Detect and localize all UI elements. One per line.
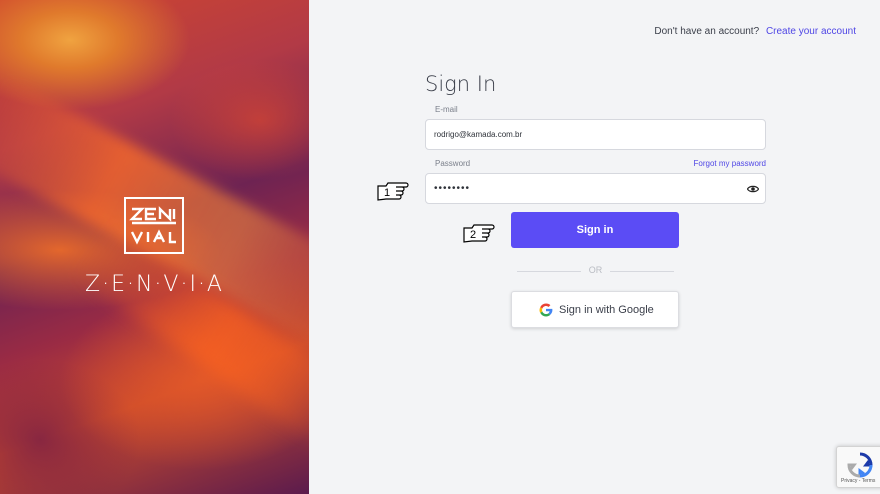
recaptcha-links[interactable]: Privacy - Terms — [841, 478, 875, 484]
pointing-hand-step-1-icon: 1 — [376, 178, 412, 206]
page-title: Sign In — [425, 72, 497, 96]
email-field[interactable]: rodrigo@kamada.com.br — [425, 119, 766, 150]
forgot-password-link[interactable]: Forgot my password — [694, 159, 766, 168]
google-sign-in-label: Sign in with Google — [559, 304, 654, 316]
step-2-number: 2 — [470, 229, 477, 241]
sign-in-button[interactable]: Sign in — [511, 212, 679, 248]
pointing-hand-step-2-icon: 2 — [462, 220, 498, 248]
google-g-icon — [539, 303, 553, 317]
separator-line-right — [610, 271, 674, 272]
password-masked-value: •••••••• — [434, 183, 471, 194]
recaptcha-badge[interactable]: Privacy - Terms — [836, 446, 880, 488]
password-field[interactable]: •••••••• — [425, 173, 766, 204]
create-account-link[interactable]: Create your account — [766, 26, 856, 37]
account-prompt-text: Don't have an account? — [654, 26, 760, 37]
account-prompt: Don't have an account? Create your accou… — [654, 26, 856, 37]
or-separator: OR — [517, 265, 674, 277]
password-label: Password — [435, 159, 471, 168]
zenvia-wordmark: Z·E·N·V·I·A — [85, 272, 224, 297]
show-password-eye-icon[interactable] — [747, 183, 759, 195]
email-label: E-mail — [435, 105, 458, 114]
zenvia-logo-mark — [124, 197, 184, 254]
email-value: rodrigo@kamada.com.br — [434, 130, 523, 139]
step-1-number: 1 — [384, 187, 391, 199]
google-sign-in-button[interactable]: Sign in with Google — [511, 291, 679, 328]
or-label: OR — [588, 265, 603, 275]
hero-lava-image: Z·E·N·V·I·A — [0, 0, 309, 494]
recaptcha-icon — [847, 452, 873, 478]
